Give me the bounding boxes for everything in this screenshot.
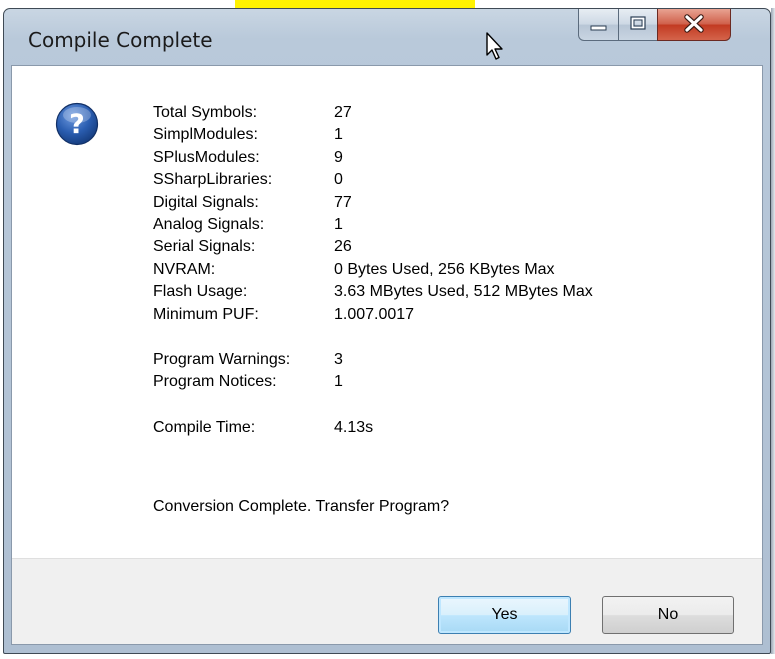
dialog-content: ? Total Symbols: 27 SimplModules: 1 SPlusM… [11, 65, 763, 645]
summary-row: SPlusModules: 9 [153, 148, 343, 166]
summary-row: Minimum PUF: 1.007.0017 [153, 305, 415, 323]
summary-row: Serial Signals: 26 [153, 238, 352, 256]
maximize-icon [630, 16, 646, 30]
diagnostics-row: Program Warnings: 3 [153, 350, 343, 368]
confirmation-message: Conversion Complete. Transfer Program? [153, 498, 450, 515]
window-edge [771, 8, 775, 654]
close-icon [684, 14, 704, 33]
svg-text:?: ? [69, 109, 85, 140]
summary-row: SSharpLibraries: 0 [153, 171, 343, 189]
summary-row: Digital Signals: 77 [153, 193, 352, 211]
maximize-button[interactable] [618, 9, 658, 41]
help-question-icon: ? [55, 102, 99, 146]
yes-button[interactable]: Yes [438, 596, 571, 634]
title-bar[interactable]: Compile Complete [4, 9, 770, 69]
summary-row: Flash Usage: 3.63 MBytes Used, 512 MBytes… [153, 283, 593, 301]
close-button[interactable] [657, 9, 731, 41]
diagnostics-row: Program Notices: 1 [153, 373, 343, 391]
summary-row: Total Symbols: 27 [153, 104, 352, 121]
compile-summary: Total Symbols: 27 SimplModules: 1 SPlusMod… [153, 102, 593, 439]
timing-row: Compile Time: 4.13s [153, 418, 374, 436]
minimize-icon [590, 25, 607, 31]
summary-row: SimplModules: 1 [153, 126, 343, 144]
summary-row: Analog Signals: 1 [153, 215, 343, 233]
summary-row: NVRAM: 0 Bytes Used, 256 KBytes Max [153, 260, 555, 278]
dialog-title: Compile Complete [28, 28, 213, 52]
dialog-window: Compile Complete ? Total Symbols: 27 Sim… [3, 8, 771, 654]
minimize-button[interactable] [578, 9, 619, 41]
no-button[interactable]: No [602, 596, 734, 634]
mouse-pointer-icon [486, 32, 503, 60]
